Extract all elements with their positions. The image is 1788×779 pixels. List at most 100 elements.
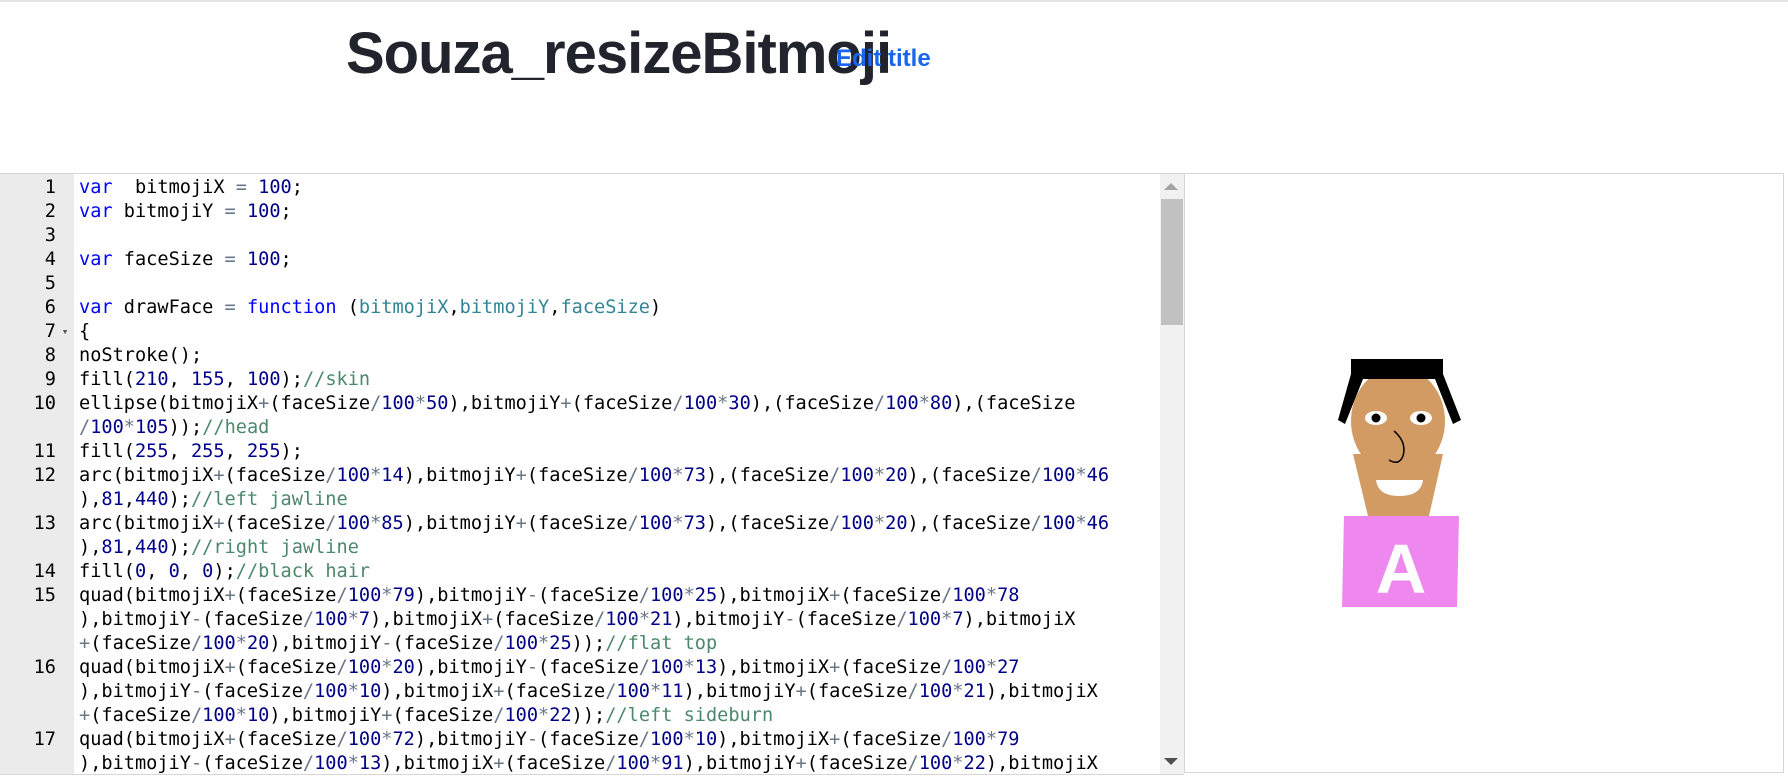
- code-token: 21: [963, 681, 986, 702]
- code-text: quad(bitmojiX+(faceSize/100*72),bitmojiY…: [74, 728, 1019, 752]
- code-token: 81: [101, 537, 124, 558]
- scrollbar-thumb[interactable]: [1161, 199, 1183, 325]
- line-number: 3: [44, 225, 56, 246]
- scroll-down-arrow-icon[interactable]: [1164, 758, 1178, 765]
- code-token: -: [526, 729, 539, 750]
- code-line[interactable]: 2 var bitmojiY = 100;: [0, 200, 1160, 224]
- code-token: *: [941, 609, 953, 630]
- code-line[interactable]: 17 quad(bitmojiX+(faceSize/100*72),bitmoj…: [0, 728, 1160, 752]
- code-line[interactable]: 11 fill(255, 255, 255);: [0, 440, 1160, 464]
- code-token: 105: [135, 417, 169, 438]
- code-text: +(faceSize/100*20),bitmojiY-(faceSize/10…: [74, 632, 717, 656]
- code-token: 100: [605, 609, 639, 630]
- code-line[interactable]: +(faceSize/100*20),bitmojiY-(faceSize/10…: [0, 632, 1160, 656]
- code-line[interactable]: ),bitmojiY-(faceSize/100*7),bitmojiX+(fa…: [0, 608, 1160, 632]
- code-line[interactable]: 15 quad(bitmojiX+(faceSize/100*79),bitmoj…: [0, 584, 1160, 608]
- code-token: 100: [616, 681, 650, 702]
- code-token: -: [526, 585, 539, 606]
- line-number: [0, 416, 56, 440]
- code-token: ),(faceSize: [750, 393, 874, 414]
- code-line[interactable]: 13 arc(bitmojiX+(faceSize/100*85),bitmoji…: [0, 512, 1160, 536]
- code-line[interactable]: 14 fill(0, 0, 0);//black hair: [0, 560, 1160, 584]
- code-lines[interactable]: 1 var bitmojiX = 100; 2 var bitmojiY = 100;…: [0, 176, 1160, 774]
- code-token: var: [79, 177, 113, 198]
- code-text: fill(210, 155, 100);//skin: [74, 368, 370, 392]
- code-token: /: [325, 513, 337, 534]
- code-token: ),bitmojiY: [79, 609, 191, 630]
- code-editor[interactable]: 1 var bitmojiX = 100; 2 var bitmojiY = 100;…: [0, 173, 1184, 775]
- code-token: 85: [381, 513, 404, 534]
- code-token: /: [638, 585, 650, 606]
- code-token: 100: [347, 585, 382, 606]
- code-token: 100: [918, 681, 953, 702]
- code-token: ),bitmojiX: [985, 753, 1098, 774]
- code-token: (faceSize: [504, 681, 606, 702]
- code-line[interactable]: ),bitmojiY-(faceSize/100*13),bitmojiX+(f…: [0, 752, 1160, 774]
- code-token: *: [370, 465, 382, 486]
- code-token: /: [594, 609, 606, 630]
- edit-title-link[interactable]: Edit title: [836, 45, 931, 73]
- bitmoji-hair-top: [1351, 359, 1443, 379]
- code-text: {: [74, 320, 90, 344]
- code-token: arc(bitmojiX: [79, 513, 214, 534]
- code-token: /: [302, 753, 315, 774]
- output-canvas[interactable]: A: [1184, 173, 1784, 773]
- code-token: /: [907, 681, 919, 702]
- code-line[interactable]: 12 arc(bitmojiX+(faceSize/100*14),bitmoji…: [0, 464, 1160, 488]
- code-token: /: [829, 465, 841, 486]
- code-token: 7: [952, 609, 964, 630]
- code-token: //skin: [302, 369, 371, 390]
- code-line[interactable]: 1 var bitmojiX = 100;: [0, 176, 1160, 200]
- code-token: /: [190, 705, 203, 726]
- code-token: //black hair: [235, 561, 371, 582]
- code-token: *: [538, 633, 550, 654]
- code-token: 100: [336, 513, 371, 534]
- code-line[interactable]: 6 var drawFace = function (bitmojiX,bitmo…: [0, 296, 1160, 320]
- code-line[interactable]: 4 var faceSize = 100;: [0, 248, 1160, 272]
- code-line[interactable]: 8 noStroke();: [0, 344, 1160, 368]
- code-token: fill(: [79, 369, 135, 390]
- scroll-up-arrow-icon[interactable]: [1164, 183, 1178, 190]
- code-token: +: [515, 513, 527, 534]
- code-line[interactable]: 7 ▾{: [0, 320, 1160, 344]
- code-token: 100: [90, 417, 124, 438]
- code-line[interactable]: /100*105));//head: [0, 416, 1160, 440]
- code-token: +: [79, 633, 91, 654]
- code-token: 100: [649, 657, 684, 678]
- code-line[interactable]: 3: [0, 224, 1160, 248]
- code-token: *: [672, 513, 684, 534]
- code-token: /: [941, 729, 953, 750]
- fold-arrow-icon[interactable]: ▾: [56, 320, 74, 344]
- code-line[interactable]: ),81,440);//right jawline: [0, 536, 1160, 560]
- code-token: *: [347, 609, 359, 630]
- code-token: *: [985, 729, 998, 750]
- code-line[interactable]: 5: [0, 272, 1160, 296]
- code-token: +: [829, 585, 841, 606]
- code-token: /: [1030, 465, 1042, 486]
- code-token: (faceSize: [493, 609, 595, 630]
- code-token: (faceSize: [235, 585, 337, 606]
- code-token: -: [190, 753, 203, 774]
- code-line[interactable]: ),bitmojiY-(faceSize/100*10),bitmojiX+(f…: [0, 680, 1160, 704]
- code-token: ),bitmojiY: [269, 633, 382, 654]
- line-number: 6: [44, 297, 56, 318]
- code-token: +: [482, 609, 494, 630]
- code-line[interactable]: +(faceSize/100*10),bitmojiY+(faceSize/10…: [0, 704, 1160, 728]
- code-token: 100: [683, 393, 718, 414]
- code-line[interactable]: ),81,440);//left jawline: [0, 488, 1160, 512]
- code-token: 0: [168, 561, 180, 582]
- code-token: /: [605, 681, 617, 702]
- code-line[interactable]: 9 fill(210, 155, 100);//skin: [0, 368, 1160, 392]
- code-line[interactable]: 16 quad(bitmojiX+(faceSize/100*20),bitmoj…: [0, 656, 1160, 680]
- code-line[interactable]: 10 ellipse(bitmojiX+(faceSize/100*50),bit…: [0, 392, 1160, 416]
- code-token: ),(faceSize: [705, 465, 830, 486]
- code-token: 100: [840, 465, 874, 486]
- code-token: ),bitmojiY: [403, 513, 516, 534]
- code-token: );: [168, 489, 191, 510]
- code-token: (faceSize: [504, 753, 606, 774]
- code-token: *: [381, 657, 393, 678]
